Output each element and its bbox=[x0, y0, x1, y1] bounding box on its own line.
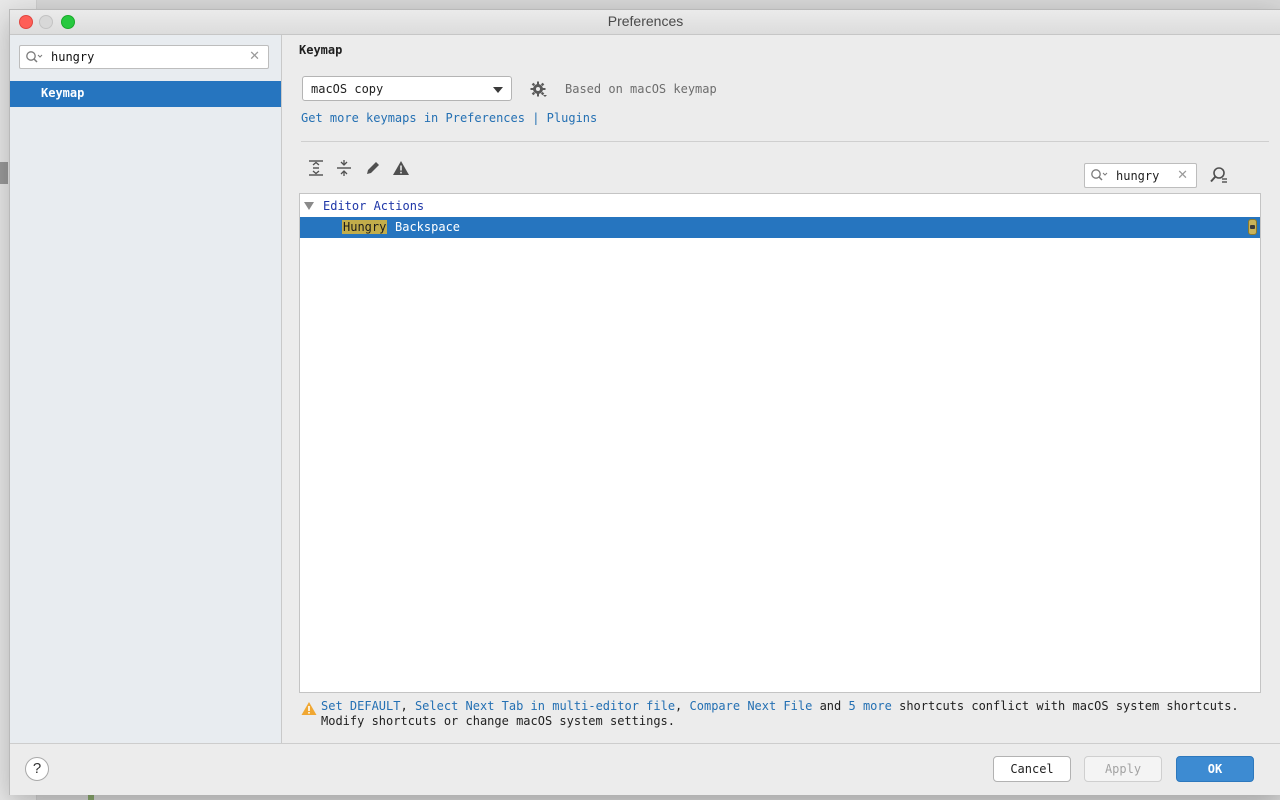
conflict-link-more[interactable]: 5 more bbox=[849, 699, 892, 713]
find-by-shortcut-icon[interactable] bbox=[1209, 166, 1229, 187]
edit-icon[interactable] bbox=[364, 159, 382, 180]
settings-search-field[interactable]: hungry ✕ bbox=[19, 45, 269, 69]
chevron-down-icon bbox=[493, 87, 503, 93]
keymap-actions-tree[interactable]: Editor Actions Hungry Backspace bbox=[299, 193, 1261, 693]
sidebar-item-keymap[interactable]: Keymap bbox=[10, 81, 281, 107]
apply-button[interactable]: Apply bbox=[1084, 756, 1162, 782]
cancel-button[interactable]: Cancel bbox=[993, 756, 1071, 782]
warning-and-text: and bbox=[819, 699, 842, 713]
window-title: Preferences bbox=[607, 13, 684, 29]
settings-search-input[interactable]: hungry bbox=[51, 50, 94, 64]
shortcut-conflict-warning: Set DEFAULT, Select Next Tab in multi-ed… bbox=[321, 699, 1266, 729]
tree-group-editor-actions[interactable]: Editor Actions bbox=[302, 197, 602, 217]
clear-search-icon[interactable]: ✕ bbox=[249, 49, 260, 64]
expand-triangle-icon[interactable] bbox=[304, 202, 314, 210]
settings-sidebar: hungry ✕ Keymap bbox=[10, 35, 282, 743]
preferences-window: Preferences hungry ✕ Keymap Keymap macOS… bbox=[9, 9, 1280, 795]
tree-row-hungry-backspace[interactable]: Hungry Backspace bbox=[300, 217, 1260, 238]
plugins-link[interactable]: Plugins bbox=[547, 111, 598, 125]
tree-row-label: Backspace bbox=[395, 220, 461, 234]
help-button[interactable]: ? bbox=[25, 757, 49, 781]
keymap-links: Get more keymaps in Preferences | Plugin… bbox=[301, 111, 597, 125]
page-title: Keymap bbox=[299, 43, 343, 57]
link-separator: | bbox=[532, 111, 540, 125]
title-bar: Preferences bbox=[10, 10, 1280, 35]
plugin-badge-icon bbox=[1248, 219, 1257, 235]
keymap-dropdown-value: macOS copy bbox=[311, 82, 384, 96]
clear-search-icon[interactable]: ✕ bbox=[1177, 168, 1188, 183]
search-match-highlight: Hungry bbox=[342, 220, 388, 234]
conflicts-warning-icon[interactable] bbox=[392, 159, 410, 180]
gear-icon[interactable] bbox=[530, 81, 548, 102]
action-search-input[interactable]: hungry bbox=[1116, 169, 1159, 183]
warning-text: shortcuts conflict with macOS system sho… bbox=[899, 699, 1239, 713]
sidebar-item-label: Keymap bbox=[41, 86, 85, 100]
warning-separator: , bbox=[400, 699, 408, 713]
dialog-button-bar: ? Cancel Apply OK bbox=[10, 743, 1280, 795]
warning-icon bbox=[301, 701, 317, 719]
collapse-all-icon[interactable] bbox=[336, 159, 352, 180]
conflict-link-select-next-tab[interactable]: Select Next Tab in multi-editor file bbox=[415, 699, 675, 713]
divider bbox=[301, 141, 1269, 142]
get-more-keymaps-link[interactable]: Get more keymaps in Preferences bbox=[301, 111, 525, 125]
search-icon[interactable] bbox=[1090, 168, 1108, 185]
ok-button[interactable]: OK bbox=[1176, 756, 1254, 782]
action-search-field[interactable]: hungry ✕ bbox=[1084, 163, 1197, 188]
keymap-dropdown[interactable]: macOS copy bbox=[302, 76, 512, 101]
warning-text-line2: Modify shortcuts or change macOS system … bbox=[321, 714, 676, 728]
based-on-label: Based on macOS keymap bbox=[565, 82, 717, 96]
keymap-panel: Keymap macOS copy Based on macOS keymap … bbox=[282, 35, 1280, 743]
background-app-marker bbox=[0, 162, 8, 184]
conflict-link-set-default[interactable]: Set DEFAULT bbox=[321, 699, 400, 713]
conflict-link-compare-next-file[interactable]: Compare Next File bbox=[690, 699, 813, 713]
warning-separator: , bbox=[675, 699, 683, 713]
search-icon[interactable] bbox=[25, 50, 43, 67]
tree-group-label: Editor Actions bbox=[323, 199, 425, 213]
expand-all-icon[interactable] bbox=[308, 159, 324, 180]
